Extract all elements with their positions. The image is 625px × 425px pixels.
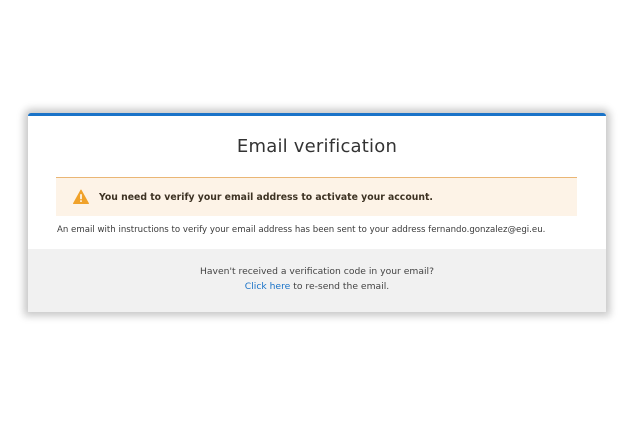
alert-message: You need to verify your email address to… [99,192,433,203]
resend-link[interactable]: Click here [245,281,291,292]
warning-alert: You need to verify your email address to… [56,177,577,216]
resend-question: Haven't received a verification code in … [200,266,434,277]
warning-icon [73,189,89,205]
page-title: Email verification [236,136,398,157]
instructions-text: An email with instructions to verify you… [57,225,546,235]
resend-line: Click here to re-send the email. [28,281,606,292]
resend-suffix: to re-send the email. [290,281,390,292]
resend-footer: Haven't received a verification code in … [28,249,606,312]
verification-card: Email verification You need to verify yo… [28,113,606,312]
